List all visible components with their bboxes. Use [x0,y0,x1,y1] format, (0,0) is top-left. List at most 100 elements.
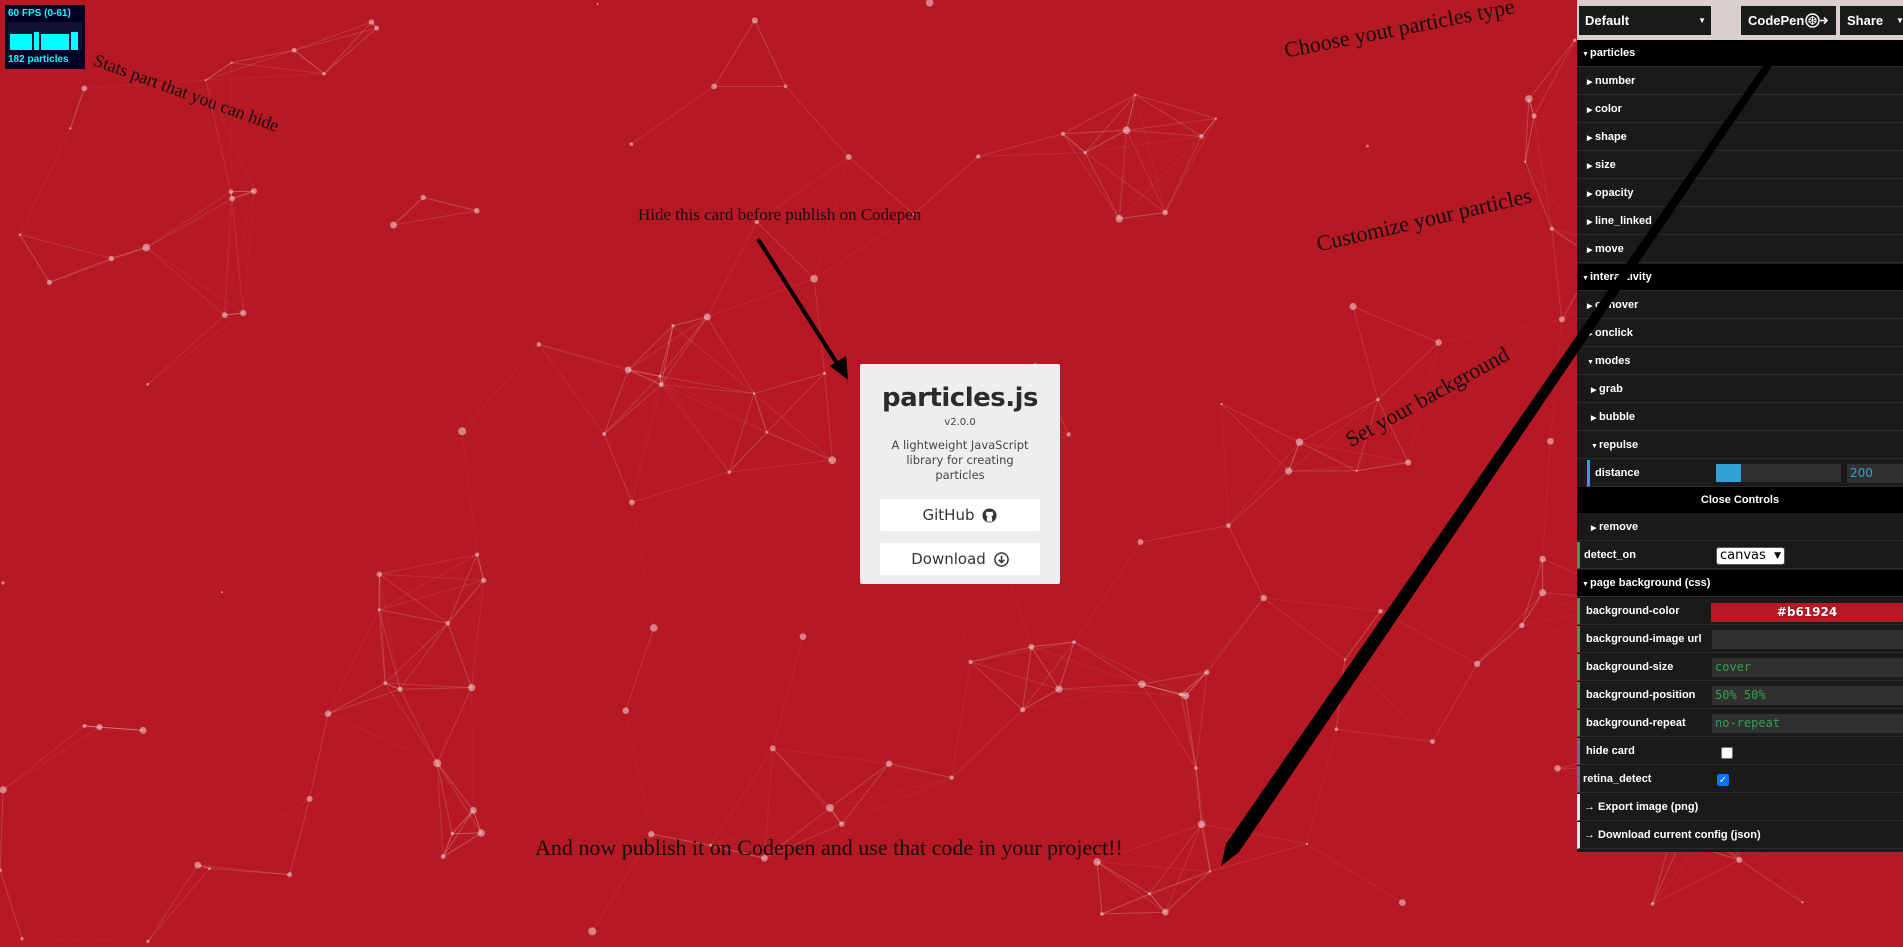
bg-size-label: background-size [1586,661,1674,673]
particle-dot [1435,339,1442,346]
particle-dot [1549,226,1554,231]
caret-down-icon: ▼ [1591,443,1598,450]
folder-interactivity[interactable]: ▼interactivity [1577,264,1903,291]
github-button[interactable]: GitHub [880,499,1040,531]
particle-dot [602,432,606,436]
particle-dot [624,366,632,374]
particle-count: 182 particles [8,54,69,65]
caret-right-icon: ▶ [1587,163,1593,170]
hide-card-checkbox[interactable] [1721,747,1733,759]
download-config-button[interactable]: → Download current config (json) [1577,822,1903,849]
particle-dot [481,577,487,583]
caret-right-icon: ▶ [1587,135,1593,142]
folder-size[interactable]: ▶ size [1577,152,1903,179]
card-title: particles.js [881,383,1039,413]
folder-page-background[interactable]: ▼page background (css) [1577,570,1903,597]
particle-dot [727,470,731,474]
folder-onhover[interactable]: ▶ onhover [1577,292,1903,319]
preset-value: Default [1585,13,1630,28]
retina-detect-checkbox[interactable]: ✓ [1717,774,1729,786]
particle-dot [1122,126,1131,134]
particle-dot [142,243,151,252]
particle-dot [976,154,981,159]
bg-size-input[interactable]: cover [1712,658,1903,677]
particle-dot [799,633,807,641]
bg-image-label: background-image url [1586,633,1702,645]
particle-dot [473,207,480,214]
particle-dot [703,313,711,321]
folder-onclick[interactable]: ▶ onclick [1577,320,1903,347]
download-button[interactable]: Download [880,543,1040,575]
particle-dot [1,581,5,585]
hide-card-control: hide card [1577,738,1903,765]
bg-repeat-label: background-repeat [1586,717,1686,729]
particle-dot [658,374,662,378]
bg-position-input[interactable]: 50% 50% [1712,686,1903,705]
caret-right-icon: ▶ [1587,191,1593,198]
github-label: GitHub [922,506,975,524]
retina-detect-control: retina_detect [1577,766,1903,793]
particle-dot [433,759,442,768]
detect-on-select[interactable]: canvas ▼ [1716,547,1785,565]
download-icon [993,551,1009,567]
particle-dot [229,195,235,202]
particle-dot [228,189,234,195]
download-label: Download [911,550,986,568]
particle-dot [1523,160,1527,163]
particle-dot [1260,594,1267,602]
export-image-button[interactable]: → Export image (png) [1577,794,1903,821]
share-button[interactable]: Share ▼ [1840,6,1903,35]
particle-dot [1100,912,1104,916]
particle-dot [374,25,380,31]
particle-dot [1558,316,1565,323]
folder-shape[interactable]: ▶ shape [1577,124,1903,151]
caret-right-icon: ▶ [1591,415,1597,422]
folder-line-linked[interactable]: ▶ line_linked [1577,208,1903,235]
folder-move[interactable]: ▶ move [1577,236,1903,263]
particle-dot [220,591,224,594]
particle-dot [1028,643,1035,650]
particle-dot [1197,820,1206,828]
particle-dot [475,552,480,557]
particle-dot [458,427,467,436]
particle-dot [1736,856,1743,864]
distance-input[interactable]: 200 [1847,464,1903,483]
codepen-button[interactable]: CodePen [1741,6,1836,35]
particle-dot [1148,892,1152,896]
particle-dot [1162,908,1169,916]
folder-bubble[interactable]: ▶ bubble [1577,404,1903,431]
fps-graph [8,22,82,50]
bg-color-input[interactable]: #b61924 [1711,603,1903,622]
folder-particles[interactable]: ▼particles [1577,40,1903,67]
chevron-down-icon: ▼ [1698,16,1706,25]
folder-color[interactable]: ▶ color [1577,96,1903,123]
folder-modes[interactable]: ▼modes [1577,348,1903,375]
detect-on-value: canvas [1720,548,1766,563]
fps-stats-panel[interactable]: 60 FPS (0-61) 182 particles [5,5,85,69]
particle-dot [1355,469,1358,472]
folder-remove[interactable]: ▶ remove [1577,514,1903,541]
particle-dot [1343,658,1347,661]
particle-dot [96,724,103,731]
particle-dot [1539,589,1547,597]
particle-dot [1209,870,1212,873]
caret-right-icon: ▶ [1587,247,1593,254]
folder-number[interactable]: ▶ number [1577,68,1903,95]
github-icon [982,507,998,523]
bg-repeat-input[interactable]: no-repeat [1712,714,1903,733]
particle-dot [146,382,150,386]
info-card: particles.js v2.0.0 A lightweight JavaSc… [860,364,1060,584]
particle-dot [1554,765,1561,772]
folder-grab[interactable]: ▶ grab [1577,376,1903,403]
particle-dot [1519,622,1525,629]
bg-image-input[interactable] [1712,630,1903,649]
codepen-label: CodePen [1748,13,1805,28]
particle-dot [1020,707,1026,713]
folder-opacity[interactable]: ▶ opacity [1577,180,1903,207]
close-controls-button[interactable]: Close Controls [1577,487,1903,513]
folder-repulse[interactable]: ▼repulse [1577,432,1903,459]
particle-dot [1055,685,1063,693]
share-label: Share [1847,13,1884,28]
preset-select[interactable]: Default ▼ [1579,6,1711,35]
particle-dot [287,872,293,878]
